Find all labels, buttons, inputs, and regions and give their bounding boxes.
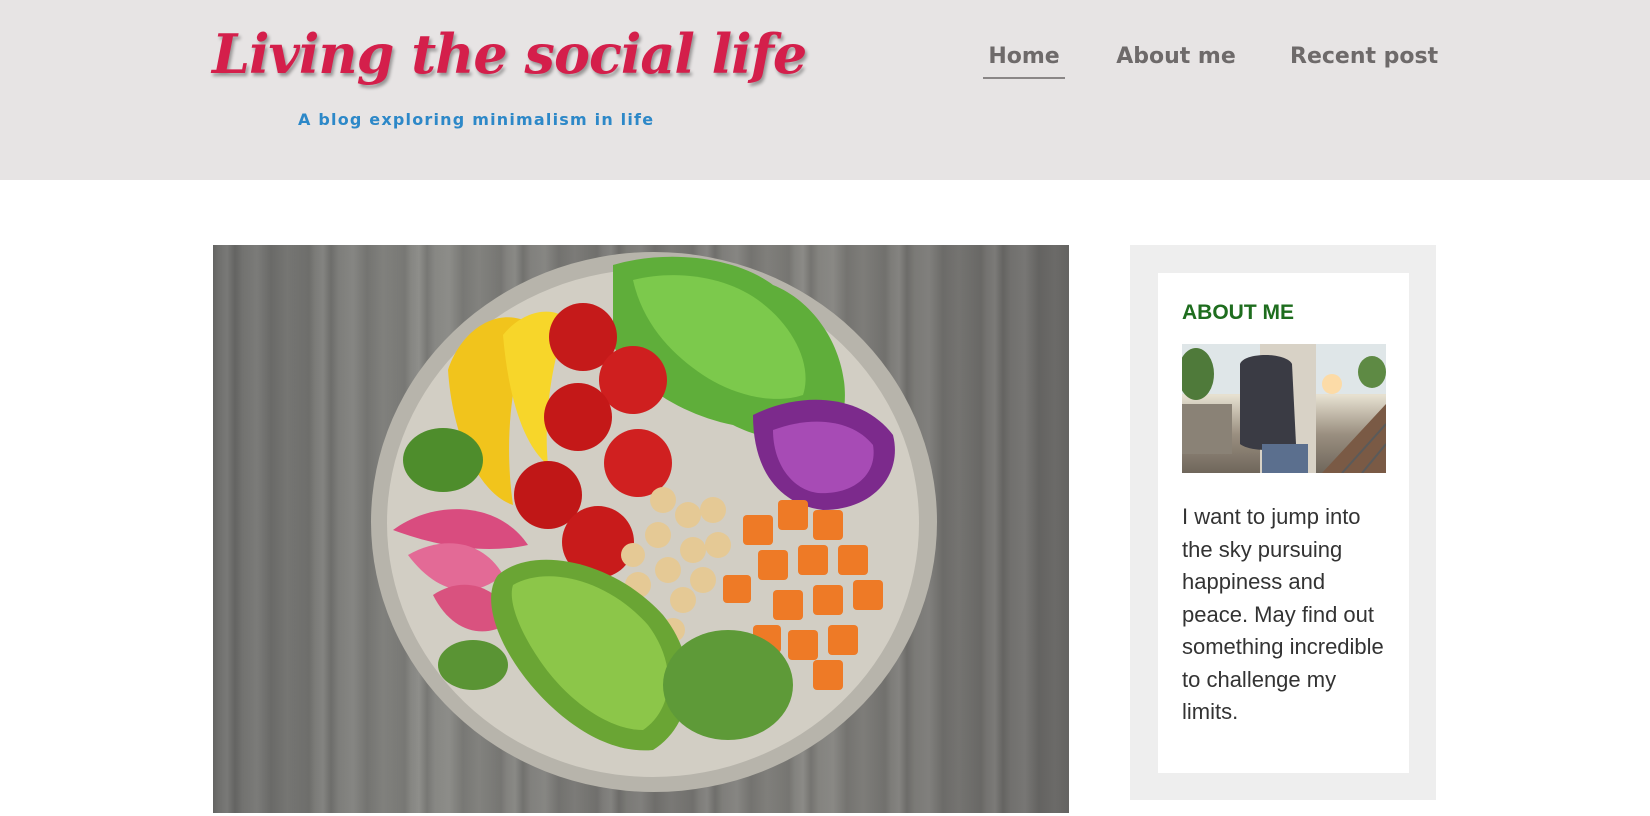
backpacker-photo bbox=[1182, 344, 1386, 473]
about-me-card: ABOUT ME I want to jump into the sky pur… bbox=[1158, 273, 1409, 773]
about-me-text: I want to jump into the sky pursuing hap… bbox=[1182, 504, 1384, 724]
sun-glare bbox=[1322, 374, 1342, 394]
salad-bowl-illustration bbox=[371, 252, 937, 792]
tree bbox=[1358, 356, 1386, 388]
railway-tracks bbox=[1322, 404, 1386, 473]
tomato bbox=[544, 383, 612, 451]
bench bbox=[1182, 404, 1232, 454]
microgreens bbox=[663, 630, 793, 740]
sidebar: ABOUT ME I want to jump into the sky pur… bbox=[1130, 245, 1436, 800]
nav-home-link[interactable]: Home bbox=[983, 44, 1065, 79]
main-nav: Home About me Recent post bbox=[0, 44, 1650, 84]
site-header: Living the social life A blog exploring … bbox=[0, 0, 1650, 180]
microgreens bbox=[438, 640, 508, 690]
nav-about-link[interactable]: About me bbox=[1116, 44, 1236, 69]
about-me-heading: ABOUT ME bbox=[1182, 301, 1294, 324]
nav-recent-post-link[interactable]: Recent post bbox=[1290, 44, 1438, 69]
microgreens bbox=[403, 428, 483, 492]
salad-bowl-image bbox=[213, 245, 1069, 813]
site-tagline: A blog exploring minimalism in life bbox=[298, 110, 655, 129]
jeans bbox=[1262, 444, 1308, 473]
backpack bbox=[1240, 355, 1296, 450]
tomato bbox=[604, 429, 672, 497]
backpacker-illustration bbox=[1182, 344, 1386, 473]
